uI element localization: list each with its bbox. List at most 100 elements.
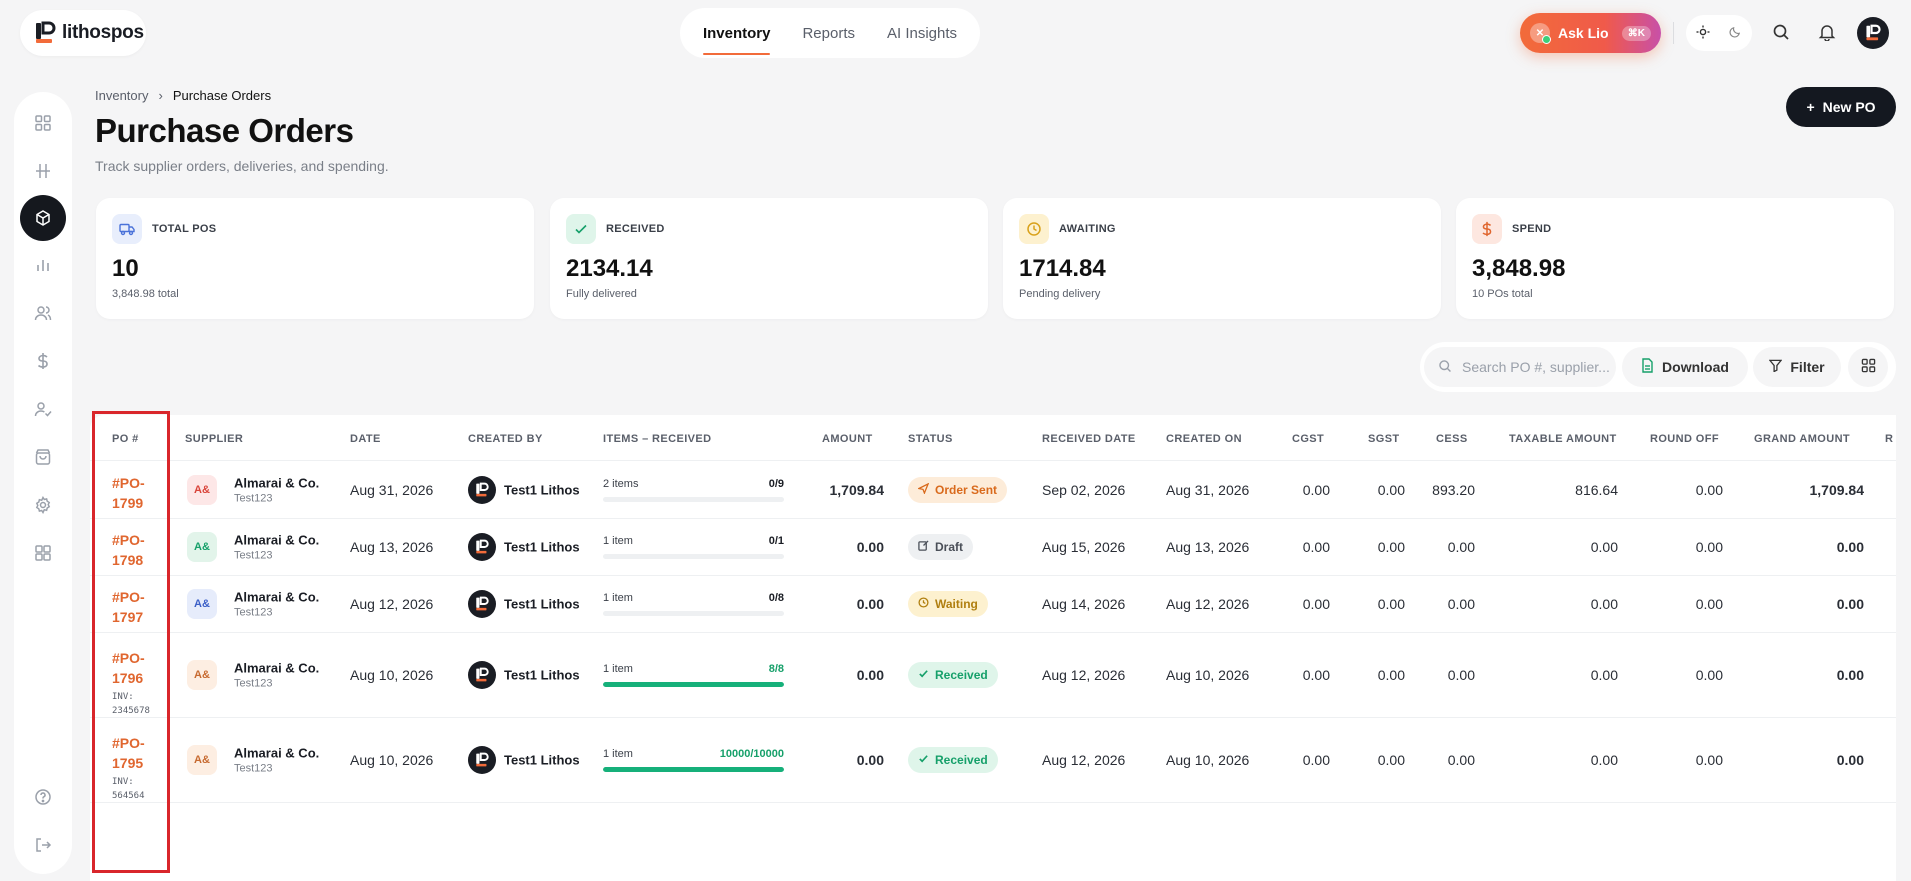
new-po-button[interactable]: + New PO [1786,87,1896,127]
settings-icon[interactable] [28,490,58,520]
reports-icon[interactable] [28,250,58,280]
clock-icon [1019,214,1049,244]
moon-icon[interactable] [1729,25,1742,41]
stat-card-spend: SPEND 3,848.98 10 POs total [1456,198,1894,319]
po-number[interactable]: #PO- 1796 INV: 2345678 [112,648,150,718]
row-divider [90,575,1896,576]
round-off-cell: 0.00 [1695,595,1723,612]
table-row[interactable]: #PO- 1799 A& Almarai & Co. Test123 Aug 31,… [90,461,1896,518]
tab-inventory[interactable]: Inventory [702,8,770,58]
col-supplier[interactable]: SUPPLIER [185,433,243,445]
clock-icon [918,596,929,611]
staff-icon[interactable] [28,394,58,424]
col-cgst[interactable]: CGST [1292,433,1324,445]
ask-lio-shortcut: ⌘K [1621,25,1651,41]
search-icon[interactable] [1769,20,1793,44]
chevron-right-icon: › [158,88,163,103]
col-received-date[interactable]: RECEIVED DATE [1042,433,1136,445]
cess-cell: 0.00 [1447,666,1475,683]
stat-card-awaiting: AWAITING 1714.84 Pending delivery [1003,198,1441,319]
apps-icon[interactable] [28,538,58,568]
filter-button[interactable]: Filter [1753,347,1841,387]
new-po-label: New PO [1822,99,1876,115]
terminal-icon[interactable] [28,156,58,186]
breadcrumb: Inventory › Purchase Orders [95,88,271,103]
received-date-cell: Sep 02, 2026 [1042,481,1126,498]
breadcrumb-inventory[interactable]: Inventory [95,88,148,103]
table-row[interactable]: #PO- 1797 A& Almarai & Co. Test123 Aug 12,… [90,575,1896,632]
created-on-cell: Aug 10, 2026 [1166,751,1250,768]
po-number[interactable]: #PO- 1797 [112,587,145,627]
inventory-icon[interactable] [20,195,66,241]
logout-icon[interactable] [28,830,58,860]
dashboard-icon[interactable] [28,108,58,138]
col-r[interactable]: R [1885,433,1893,445]
amount-cell: 0.00 [856,595,884,612]
po-number[interactable]: #PO- 1799 [112,473,145,513]
breadcrumb-current: Purchase Orders [172,88,272,103]
search-box[interactable] [1424,347,1616,387]
col-sgst[interactable]: SGST [1368,433,1400,445]
edit-icon [918,539,929,554]
cgst-cell: 0.00 [1302,538,1330,555]
table-row[interactable]: #PO- 1796 INV: 2345678 A& Almarai & Co. Test… [90,632,1896,717]
col-items-received[interactable]: ITEMS – RECEIVED [603,433,711,445]
created-on-cell: Aug 31, 2026 [1166,481,1250,498]
col-date[interactable]: DATE [350,433,381,445]
dollar-icon[interactable] [28,346,58,376]
sgst-cell: 0.00 [1377,666,1405,683]
tab-reports[interactable]: Reports [802,8,855,58]
truck-icon [112,214,142,244]
supplier-avatar: A& [187,588,217,619]
items-progress: 2 items 0/9 [603,478,784,502]
row-divider [90,717,1896,718]
filter-icon [1768,359,1783,375]
po-number[interactable]: #PO- 1798 [112,530,145,570]
filter-label: Filter [1790,359,1825,375]
col-status[interactable]: STATUS [908,433,953,445]
tab-ai-insights[interactable]: AI Insights [887,8,957,58]
col-round-off[interactable]: ROUND OFF [1650,433,1719,445]
view-toggle-button[interactable] [1848,347,1888,387]
stat-label: AWAITING [1059,223,1116,235]
lithospos-logo-icon [34,21,56,45]
col-grand-amount[interactable]: GRAND AMOUNT [1754,433,1850,445]
col-taxable-amount[interactable]: TAXABLE AMOUNT [1509,433,1617,445]
ask-lio-button[interactable]: ✕ Ask Lio ⌘K [1520,13,1661,53]
cess-cell: 0.00 [1447,538,1475,555]
customers-icon[interactable] [28,298,58,328]
stat-value: 3,848.98 [1472,255,1566,282]
grand-amount-cell: 0.00 [1836,751,1864,768]
stat-note: Fully delivered [566,288,637,300]
app-logo[interactable]: lithospos [20,10,146,56]
user-avatar[interactable] [1857,17,1889,49]
col-cess[interactable]: CESS [1436,433,1468,445]
theme-toggle[interactable] [1686,15,1752,51]
col-po[interactable]: PO # [112,433,139,445]
amount-cell: 1,709.84 [829,481,885,498]
po-number[interactable]: #PO- 1795 INV: 564564 [112,733,145,803]
amount-cell: 0.00 [856,666,884,683]
created-on-cell: Aug 10, 2026 [1166,666,1250,683]
taxable-amount-cell: 0.00 [1590,595,1618,612]
round-off-cell: 0.00 [1695,481,1723,498]
status-badge: Received [908,746,998,773]
col-created-by[interactable]: CREATED BY [468,433,543,445]
bell-icon[interactable] [1815,20,1839,44]
col-created-on[interactable]: CREATED ON [1166,433,1242,445]
supplier-avatar: A& [187,474,217,505]
col-amount[interactable]: AMOUNT [822,433,873,445]
table-row[interactable]: #PO- 1795 INV: 564564 A& Almarai & Co. Test1… [90,717,1896,802]
table-row[interactable]: #PO- 1798 A& Almarai & Co. Test123 Aug 13,… [90,518,1896,575]
purchase-orders-table: PO # SUPPLIER DATE CREATED BY ITEMS – RE… [90,415,1896,881]
search-input[interactable] [1462,359,1612,375]
help-icon[interactable] [28,782,58,812]
received-date-cell: Aug 12, 2026 [1042,751,1126,768]
bag-icon[interactable] [28,442,58,472]
stat-label: TOTAL POS [152,223,217,235]
sun-icon[interactable] [1696,25,1710,42]
supplier-avatar: A& [187,531,217,562]
row-divider [90,632,1896,633]
download-button[interactable]: Download [1622,347,1748,387]
created-on-cell: Aug 13, 2026 [1166,538,1250,555]
